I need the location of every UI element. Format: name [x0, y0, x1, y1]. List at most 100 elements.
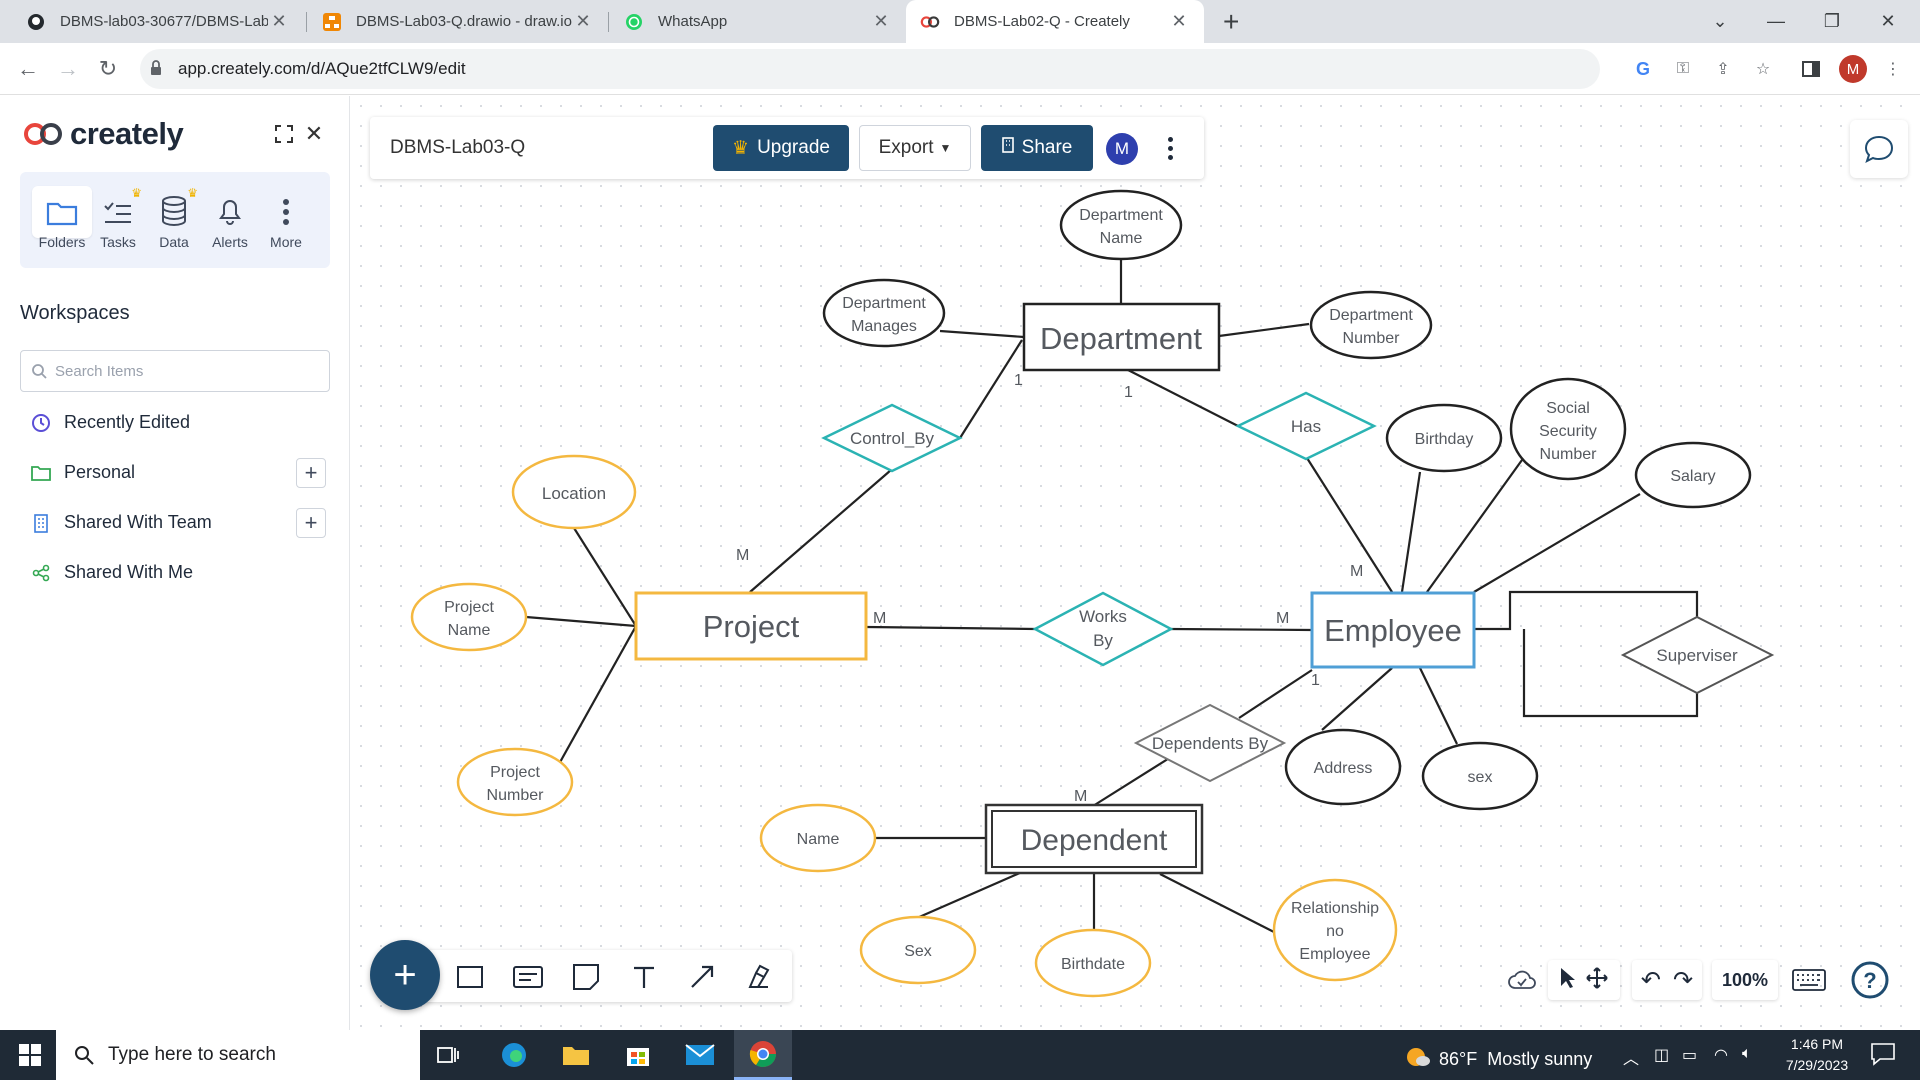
attribute-address[interactable]: Address — [1284, 728, 1402, 806]
text-tool-icon[interactable] — [629, 962, 659, 992]
relationship-control-by[interactable]: Control_By — [821, 403, 963, 473]
caret-down-icon: ▼ — [939, 141, 952, 155]
entity-project[interactable]: Project — [634, 591, 868, 661]
entity-employee[interactable]: Employee — [1310, 591, 1476, 669]
comments-button[interactable] — [1850, 120, 1908, 178]
help-icon[interactable]: ? — [1848, 960, 1892, 1000]
cardinality-label: M — [873, 610, 886, 627]
entity-label: Employee — [1324, 613, 1462, 648]
export-label: Export — [878, 137, 934, 158]
attribute-label: Employee — [1299, 946, 1370, 963]
attribute-label: no — [1326, 923, 1344, 940]
user-avatar[interactable]: M — [1106, 133, 1138, 165]
entity-dependent[interactable]: Dependent — [984, 803, 1204, 875]
add-shape-button[interactable]: + — [370, 940, 440, 1010]
task-view-icon[interactable] — [420, 1030, 476, 1080]
attribute-birthday[interactable]: Birthday — [1385, 403, 1503, 473]
attribute-label: Project — [444, 599, 494, 616]
relationship-label: Works — [1079, 607, 1127, 626]
attribute-department-number[interactable]: Department Number — [1309, 290, 1433, 360]
battery-icon[interactable]: ▭ — [1682, 1045, 1697, 1065]
connector-tool-icon[interactable] — [687, 962, 717, 992]
pointer-icon[interactable] — [1560, 967, 1576, 994]
cardinality-label: 1 — [1124, 384, 1133, 401]
relationship-label: Superviser — [1656, 646, 1738, 665]
shape-toolbar — [400, 950, 792, 1002]
attribute-label: Sex — [904, 943, 932, 960]
cloud-sync-icon[interactable] — [1502, 960, 1542, 1000]
attribute-department-name[interactable]: Department Name — [1059, 189, 1183, 261]
relationship-dependents-by[interactable]: Dependents By — [1133, 703, 1287, 783]
store-icon[interactable] — [610, 1030, 666, 1080]
volume-icon[interactable]: 🔈︎ — [1742, 1045, 1752, 1063]
attribute-location[interactable]: Location — [511, 454, 637, 530]
notifications-icon[interactable] — [1870, 1042, 1896, 1071]
attribute-label: Number — [487, 787, 545, 804]
wifi-icon[interactable]: ◠ — [1714, 1045, 1728, 1065]
relationship-has[interactable]: Has — [1235, 391, 1377, 461]
attribute-label: Social — [1546, 400, 1590, 417]
clock-date: 7/29/2023 — [1785, 1057, 1849, 1073]
building-icon — [1001, 137, 1014, 159]
attribute-label: Relationship — [1291, 900, 1379, 917]
attribute-project-name[interactable]: Project Name — [410, 582, 528, 652]
share-button[interactable]: Share — [981, 125, 1093, 171]
relationship-superviser[interactable]: Superviser — [1620, 615, 1775, 695]
file-explorer-icon[interactable] — [548, 1030, 604, 1080]
keyboard-icon[interactable] — [1788, 960, 1830, 1000]
sticky-note-tool-icon[interactable] — [571, 962, 601, 992]
attribute-label: Department — [1329, 307, 1413, 324]
attribute-label: Birthday — [1415, 431, 1474, 448]
attribute-sex[interactable]: sex — [1421, 741, 1539, 811]
attribute-label: Project — [490, 764, 540, 781]
meet-icon[interactable]: ◫ — [1654, 1045, 1669, 1065]
relationship-label: Dependents By — [1152, 734, 1269, 753]
pan-icon[interactable] — [1586, 966, 1608, 994]
svg-text:?: ? — [1863, 968, 1876, 993]
export-button[interactable]: Export ▼ — [859, 125, 971, 171]
undo-icon[interactable]: ↶ — [1641, 966, 1661, 995]
windows-start-icon[interactable] — [2, 1030, 58, 1080]
attribute-label: Number — [1343, 330, 1401, 347]
chevron-up-icon[interactable]: ︿ — [1623, 1045, 1639, 1069]
attribute-label: Location — [542, 484, 606, 503]
undo-redo-group: ↶ ↷ — [1632, 960, 1702, 1000]
redo-icon[interactable]: ↷ — [1673, 966, 1693, 995]
attribute-relationship[interactable]: Relationship no Employee — [1272, 878, 1398, 982]
clock-time: 1:46 PM — [1790, 1036, 1844, 1052]
mail-icon[interactable] — [672, 1030, 728, 1080]
attribute-label: Salary — [1670, 468, 1715, 485]
entity-department[interactable]: Department — [1022, 302, 1221, 372]
upgrade-label: Upgrade — [757, 137, 830, 158]
taskbar-search-placeholder: Type here to search — [108, 1044, 276, 1065]
more-options-icon[interactable] — [1160, 129, 1180, 167]
chrome-icon[interactable] — [734, 1030, 792, 1080]
rectangle-tool-icon[interactable] — [455, 962, 485, 992]
attribute-salary[interactable]: Salary — [1634, 441, 1752, 509]
weather-widget[interactable]: 86°F Mostly sunny — [1405, 1044, 1592, 1075]
taskbar-search-input[interactable]: Type here to search — [56, 1030, 420, 1080]
attribute-birthdate[interactable]: Birthdate — [1034, 928, 1152, 998]
cardinality-label: M — [1074, 788, 1087, 805]
entity-label: Department — [1040, 321, 1202, 356]
select-pan-group — [1548, 960, 1620, 1000]
edge-icon[interactable] — [486, 1030, 542, 1080]
attribute-label: Department — [842, 295, 926, 312]
search-icon — [74, 1045, 94, 1071]
zoom-level[interactable]: 100% — [1712, 960, 1778, 1000]
attribute-ssn[interactable]: Social Security Number — [1509, 377, 1627, 481]
document-name-input[interactable]: DBMS-Lab03-Q — [390, 137, 525, 159]
attribute-department-manages[interactable]: Department Manages — [822, 278, 946, 348]
relationship-works-by[interactable]: Works By — [1032, 591, 1174, 667]
attribute-label: sex — [1468, 769, 1493, 786]
relationship-label: Has — [1291, 417, 1321, 436]
card-tool-icon[interactable] — [513, 962, 543, 992]
attribute-project-number[interactable]: Project Number — [456, 747, 574, 817]
upgrade-button[interactable]: ♛ Upgrade — [713, 125, 849, 171]
attribute-name[interactable]: Name — [759, 803, 877, 873]
document-toolbar: DBMS-Lab03-Q ♛ Upgrade Export ▼ Share M — [370, 117, 1204, 179]
attribute-dependent-sex[interactable]: Sex — [859, 915, 977, 985]
taskbar-clock[interactable]: 1:46 PM 7/29/2023 — [1772, 1034, 1862, 1076]
pen-tool-icon[interactable] — [745, 962, 775, 992]
cardinality-label: 1 — [1311, 672, 1320, 689]
